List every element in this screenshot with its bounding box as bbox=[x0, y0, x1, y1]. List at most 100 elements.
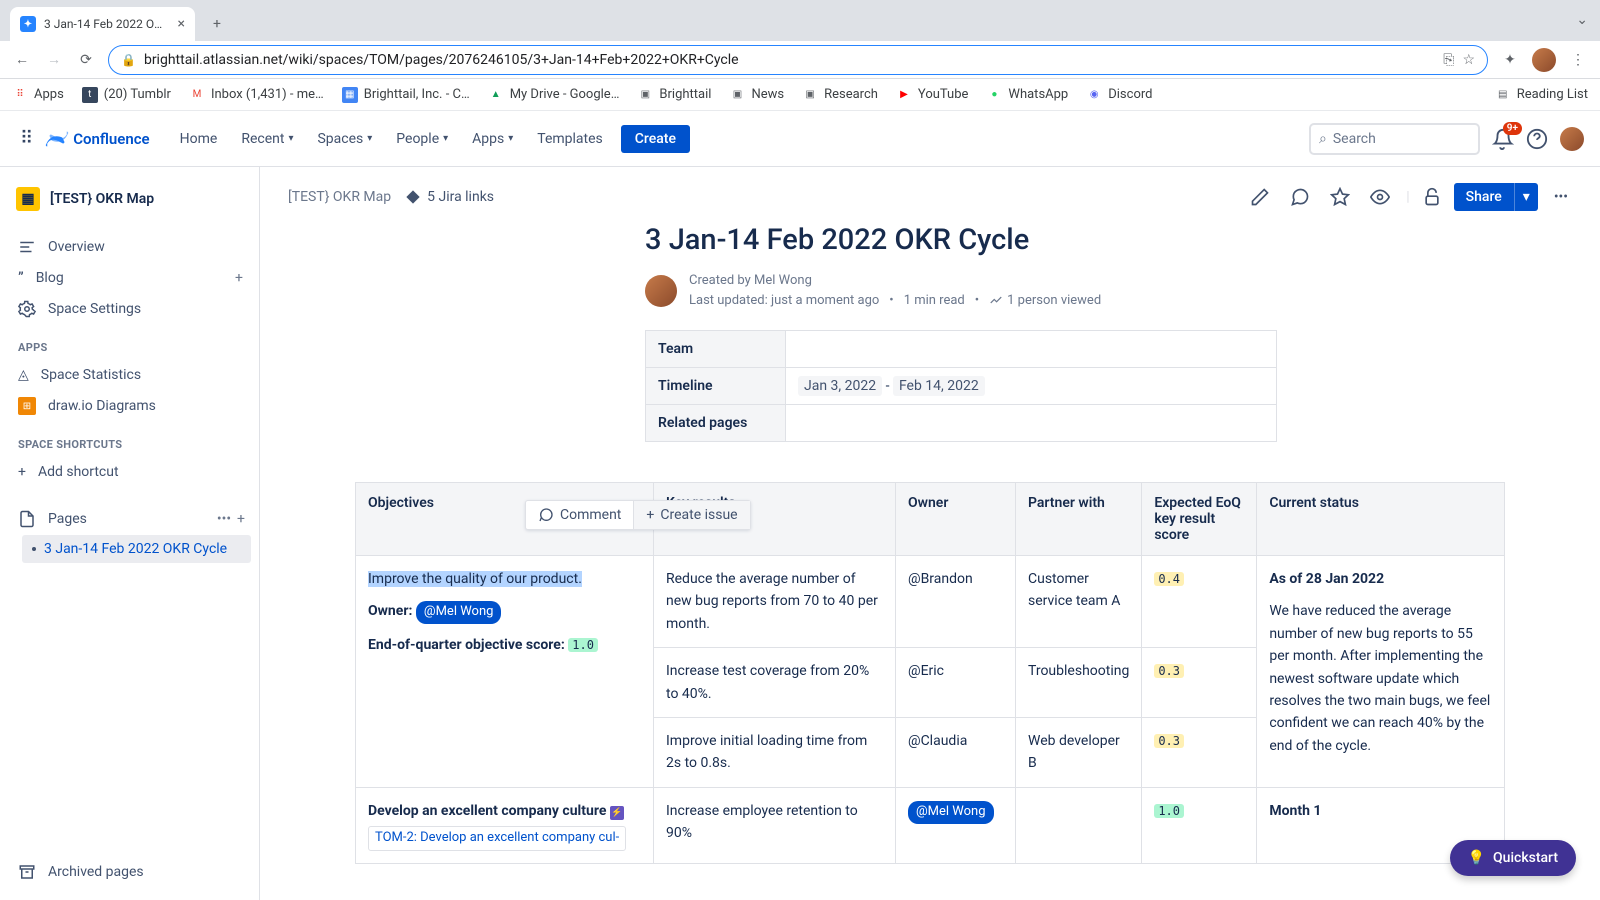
score-cell[interactable]: 1.0 bbox=[1142, 787, 1257, 863]
pages-add-icon[interactable]: + bbox=[237, 511, 245, 527]
partner-cell[interactable] bbox=[1016, 787, 1142, 863]
more-actions-icon[interactable]: ••• bbox=[1550, 185, 1572, 209]
profile-avatar[interactable] bbox=[1532, 48, 1556, 72]
nav-recent[interactable]: Recent▾ bbox=[231, 125, 303, 153]
bookmark-whatsapp[interactable]: ●WhatsApp bbox=[986, 87, 1068, 103]
search-icon: ⌕ bbox=[1319, 131, 1327, 147]
plus-icon: + bbox=[18, 464, 26, 480]
watch-icon[interactable] bbox=[1366, 183, 1394, 211]
sidebar-settings[interactable]: Space Settings bbox=[8, 293, 251, 325]
kr-cell[interactable]: Increase employee retention to 90% bbox=[654, 787, 896, 863]
nav-spaces[interactable]: Spaces▾ bbox=[307, 125, 382, 153]
nav-home[interactable]: Home bbox=[170, 125, 228, 153]
extensions-icon[interactable]: ✦ bbox=[1500, 52, 1520, 68]
score-cell[interactable]: 0.3 bbox=[1142, 648, 1257, 718]
sidebar-blog[interactable]: ”Blog+ bbox=[8, 263, 251, 293]
bookmark-gmail[interactable]: MInbox (1,431) - me… bbox=[189, 87, 324, 103]
kr-cell[interactable]: Reduce the average number of new bug rep… bbox=[654, 556, 896, 648]
info-related-value[interactable] bbox=[786, 405, 1277, 442]
gear-icon bbox=[18, 300, 36, 318]
sidebar-pages[interactable]: Pages •••+ bbox=[8, 503, 251, 535]
jira-epic-icon[interactable]: ⚡ bbox=[610, 806, 624, 820]
author-avatar[interactable] bbox=[645, 275, 677, 307]
owner-cell[interactable]: @Brandon bbox=[896, 556, 1016, 648]
kr-cell[interactable]: Increase test coverage from 20% to 40%. bbox=[654, 648, 896, 718]
bookmark-tumblr[interactable]: t(20) Tumblr bbox=[82, 87, 171, 103]
status-cell[interactable]: As of 28 Jan 2022 We have reduced the av… bbox=[1257, 556, 1505, 788]
breadcrumb[interactable]: [TEST} OKR Map bbox=[288, 189, 391, 205]
create-issue-button[interactable]: +Create issue bbox=[634, 501, 749, 529]
owner-cell[interactable]: @Claudia bbox=[896, 717, 1016, 787]
table-row: Improve the quality of our product. Owne… bbox=[356, 556, 1505, 648]
browser-menu-icon[interactable]: ⋮ bbox=[1568, 52, 1588, 68]
close-tab-icon[interactable]: × bbox=[178, 16, 185, 32]
info-timeline-value[interactable]: Jan 3, 2022 - Feb 14, 2022 bbox=[786, 368, 1277, 405]
jira-issue-link[interactable]: TOM-2: Develop an excellent company cul- bbox=[368, 826, 626, 851]
create-button[interactable]: Create bbox=[621, 125, 690, 153]
kr-cell[interactable]: Improve initial loading time from 2s to … bbox=[654, 717, 896, 787]
star-icon[interactable]: ☆ bbox=[1462, 52, 1475, 68]
install-icon[interactable]: ⎘ bbox=[1443, 52, 1454, 68]
quickstart-button[interactable]: 💡 Quickstart bbox=[1450, 840, 1576, 876]
sidebar-space-statistics[interactable]: ◬Space Statistics bbox=[8, 360, 251, 390]
browser-tab[interactable]: ✦ 3 Jan-14 Feb 2022 OKR Cycle × bbox=[10, 7, 195, 41]
partner-cell[interactable]: Web developer B bbox=[1016, 717, 1142, 787]
nav-apps[interactable]: Apps▾ bbox=[462, 125, 523, 153]
sidebar-archived[interactable]: Archived pages bbox=[8, 856, 251, 888]
comment-icon[interactable] bbox=[1286, 183, 1314, 211]
notifications-icon[interactable]: 9+ bbox=[1492, 128, 1514, 150]
window-expand-icon[interactable]: ⌄ bbox=[1576, 12, 1588, 28]
back-button[interactable]: ← bbox=[12, 51, 32, 68]
restrictions-icon[interactable] bbox=[1422, 187, 1442, 207]
space-header[interactable]: ▦ [TEST} OKR Map bbox=[8, 179, 251, 219]
sidebar-overview[interactable]: Overview bbox=[8, 231, 251, 263]
pages-more-icon[interactable]: ••• bbox=[217, 511, 231, 527]
created-by: Created by Mel Wong bbox=[689, 271, 1101, 291]
bookmark-folder-brighttail[interactable]: ▣Brighttail bbox=[637, 87, 711, 103]
page-views[interactable]: 1 person viewed bbox=[1007, 291, 1101, 311]
url-input[interactable]: 🔒 brighttail.atlassian.net/wiki/spaces/T… bbox=[108, 45, 1488, 75]
bookmark-folder-research[interactable]: ▣Research bbox=[802, 87, 878, 103]
bookmark-discord[interactable]: ◉Discord bbox=[1086, 87, 1152, 103]
inline-comment-button[interactable]: Comment bbox=[526, 501, 634, 529]
nav-templates[interactable]: Templates bbox=[527, 125, 613, 153]
apps-shortcut[interactable]: ⠿Apps bbox=[12, 87, 64, 103]
objective-cell[interactable]: Develop an excellent company culture ⚡ T… bbox=[356, 787, 654, 863]
objective-cell[interactable]: Improve the quality of our product. Owne… bbox=[356, 556, 654, 788]
last-updated[interactable]: Last updated: just a moment ago bbox=[689, 291, 879, 311]
reading-list[interactable]: ▤Reading List bbox=[1495, 87, 1588, 103]
partner-cell[interactable]: Customer service team A bbox=[1016, 556, 1142, 648]
sidebar-add-shortcut[interactable]: +Add shortcut bbox=[8, 457, 251, 487]
help-icon[interactable] bbox=[1526, 128, 1548, 150]
sidebar-drawio[interactable]: ⊞draw.io Diagrams bbox=[8, 390, 251, 422]
bookmark-drive[interactable]: ▲My Drive - Google… bbox=[488, 87, 620, 103]
star-page-icon[interactable] bbox=[1326, 183, 1354, 211]
nav-people[interactable]: People▾ bbox=[386, 125, 458, 153]
owner-cell[interactable]: @Mel Wong bbox=[896, 787, 1016, 863]
edit-icon[interactable] bbox=[1246, 183, 1274, 211]
reload-button[interactable]: ⟳ bbox=[76, 52, 96, 68]
bookmark-brighttail-doc[interactable]: ▦Brighttail, Inc. - C… bbox=[342, 87, 470, 103]
owner-cell[interactable]: @Eric bbox=[896, 648, 1016, 718]
table-row: Develop an excellent company culture ⚡ T… bbox=[356, 787, 1505, 863]
new-tab-button[interactable]: + bbox=[203, 10, 231, 38]
share-button[interactable]: Share bbox=[1454, 183, 1514, 211]
owner-mention[interactable]: @Mel Wong bbox=[416, 601, 502, 624]
jira-links-button[interactable]: 5 Jira links bbox=[405, 189, 494, 205]
bookmark-youtube[interactable]: ▶YouTube bbox=[896, 87, 969, 103]
forward-button[interactable]: → bbox=[44, 51, 64, 68]
user-avatar[interactable] bbox=[1560, 127, 1584, 151]
page-tree-item-active[interactable]: 3 Jan-14 Feb 2022 OKR Cycle bbox=[22, 535, 251, 563]
partner-cell[interactable]: Troubleshooting bbox=[1016, 648, 1142, 718]
owner-mention[interactable]: @Mel Wong bbox=[908, 801, 994, 824]
sidebar-apps-label: APPS bbox=[8, 325, 251, 360]
app-switcher-icon[interactable]: ⠿ bbox=[16, 124, 37, 153]
confluence-logo[interactable]: Confluence bbox=[45, 127, 149, 151]
score-cell[interactable]: 0.3 bbox=[1142, 717, 1257, 787]
info-team-value[interactable] bbox=[786, 331, 1277, 368]
add-blog-icon[interactable]: + bbox=[235, 270, 243, 286]
share-dropdown[interactable]: ▾ bbox=[1514, 183, 1538, 211]
bookmark-folder-news[interactable]: ▣News bbox=[729, 87, 784, 103]
score-cell[interactable]: 0.4 bbox=[1142, 556, 1257, 648]
search-input[interactable]: ⌕ Search bbox=[1309, 123, 1480, 155]
